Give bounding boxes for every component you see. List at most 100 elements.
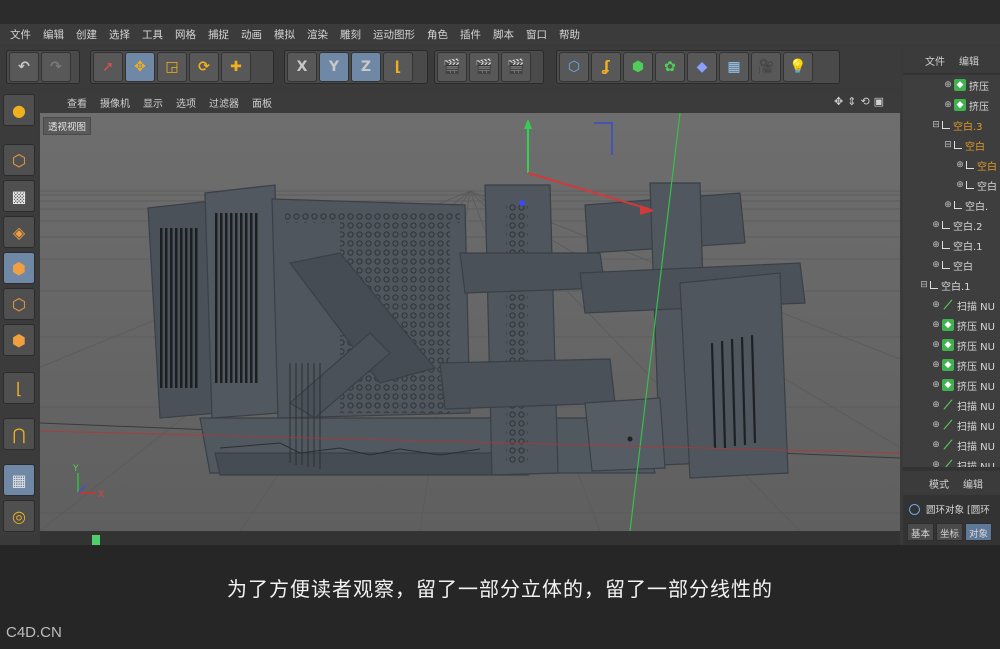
menu-item[interactable]: 脚本 bbox=[487, 27, 520, 42]
lock-workplane-icon[interactable]: ▦ bbox=[3, 464, 35, 496]
menu-item[interactable]: 编辑 bbox=[37, 27, 70, 42]
edges-mode-icon[interactable]: ⬡ bbox=[3, 288, 35, 320]
tree-row[interactable]: ⊕ ◆ 挤压 NU bbox=[903, 315, 1000, 335]
tree-row[interactable]: ⊕ 空白 bbox=[903, 175, 1000, 195]
tree-row[interactable]: ⊕ 空白. bbox=[903, 195, 1000, 215]
move-icon[interactable]: ✥ bbox=[125, 52, 155, 82]
menu-item[interactable]: 雕刻 bbox=[334, 27, 367, 42]
tree-expander-icon[interactable]: ⊕ bbox=[943, 200, 953, 210]
tree-row[interactable]: ⊕ 空白 bbox=[903, 255, 1000, 275]
tree-row[interactable]: ⊟ 空白.3 bbox=[903, 115, 1000, 135]
tree-row[interactable]: ⊕ ◆ 挤压 NU bbox=[903, 355, 1000, 375]
menu-item[interactable]: 创建 bbox=[70, 27, 103, 42]
points-mode-icon[interactable]: ⬢ bbox=[3, 252, 35, 284]
render-view-icon[interactable]: 🎬 bbox=[437, 52, 467, 82]
add-icon[interactable]: ✚ bbox=[221, 52, 251, 82]
light-icon[interactable]: 💡 bbox=[783, 52, 813, 82]
tree-expander-icon[interactable]: ⊕ bbox=[931, 380, 941, 390]
tree-expander-icon[interactable]: ⊟ bbox=[931, 120, 941, 130]
attributes-object-row[interactable]: 圆环对象 [圆环 bbox=[903, 499, 1000, 519]
tree-expander-icon[interactable]: ⊕ bbox=[931, 340, 941, 350]
tree-expander-icon[interactable]: ⊕ bbox=[955, 180, 965, 190]
spline-icon[interactable]: ʆ bbox=[591, 52, 621, 82]
menu-item[interactable]: 捕捉 bbox=[202, 27, 235, 42]
menu-item[interactable]: 帮助 bbox=[553, 27, 586, 42]
planar-workplane-icon[interactable]: ◎ bbox=[3, 500, 35, 532]
deformer-icon[interactable]: ◆ bbox=[687, 52, 717, 82]
timeline-strip[interactable] bbox=[40, 531, 900, 545]
viewport-menu-item[interactable]: 面板 bbox=[247, 95, 280, 110]
tree-expander-icon[interactable]: ⊕ bbox=[955, 160, 965, 170]
attributes-subtab[interactable]: 基本 bbox=[907, 523, 935, 541]
viewport-menu-item[interactable]: 过滤器 bbox=[204, 95, 247, 110]
timeline-playhead[interactable] bbox=[92, 535, 100, 545]
snap-icon[interactable]: ⋂ bbox=[3, 418, 35, 450]
tree-expander-icon[interactable]: ⊕ bbox=[931, 260, 941, 270]
tree-row[interactable]: ⊕ ⟋ 扫描 NU bbox=[903, 455, 1000, 468]
tree-row[interactable]: ⊕ ◆ 挤压 bbox=[903, 75, 1000, 95]
camera-icon[interactable]: 🎥 bbox=[751, 52, 781, 82]
tree-row[interactable]: ⊕ 空白.1 bbox=[903, 235, 1000, 255]
x-axis-button[interactable]: X bbox=[287, 52, 317, 82]
make-editable-icon[interactable]: ● bbox=[3, 94, 35, 126]
tree-row[interactable]: ⊕ ⟋ 扫描 NU bbox=[903, 435, 1000, 455]
viewport-menu-item[interactable]: 选项 bbox=[171, 95, 204, 110]
coordinate-system-icon[interactable]: ⌊ bbox=[383, 52, 413, 82]
tree-row[interactable]: ⊕ ◆ 挤压 NU bbox=[903, 375, 1000, 395]
tree-expander-icon[interactable]: ⊕ bbox=[931, 400, 941, 410]
tree-expander-icon[interactable]: ⊕ bbox=[931, 300, 941, 310]
menu-item[interactable]: 动画 bbox=[235, 27, 268, 42]
tree-row[interactable]: ⊕ 空白.2 bbox=[903, 215, 1000, 235]
menu-item[interactable]: 运动图形 bbox=[367, 27, 421, 42]
viewport-menu-item[interactable]: 摄像机 bbox=[95, 95, 138, 110]
polygons-mode-icon[interactable]: ⬢ bbox=[3, 324, 35, 356]
tree-row[interactable]: ⊕ 空白 bbox=[903, 155, 1000, 175]
menu-item[interactable]: 文件 bbox=[4, 27, 37, 42]
menu-item[interactable]: 模拟 bbox=[268, 27, 301, 42]
subdivision-icon[interactable]: ⬢ bbox=[623, 52, 653, 82]
workplane-icon[interactable]: ◈ bbox=[3, 216, 35, 248]
object-manager-tab[interactable]: 文件 bbox=[925, 53, 945, 68]
tree-expander-icon[interactable]: ⊕ bbox=[943, 80, 953, 90]
tree-row[interactable]: ⊕ ◆ 挤压 NU bbox=[903, 335, 1000, 355]
render-picture-icon[interactable]: 🎬 bbox=[469, 52, 499, 82]
tree-row[interactable]: ⊕ ⟋ 扫描 NU bbox=[903, 395, 1000, 415]
tree-expander-icon[interactable]: ⊕ bbox=[931, 240, 941, 250]
attributes-tab[interactable]: 编辑 bbox=[963, 476, 983, 491]
rotate-icon[interactable]: ⟳ bbox=[189, 52, 219, 82]
axis-mode-icon[interactable]: ⌊ bbox=[3, 372, 35, 404]
menu-item[interactable]: 渲染 bbox=[301, 27, 334, 42]
tree-row[interactable]: ⊕ ⟋ 扫描 NU bbox=[903, 295, 1000, 315]
tree-row[interactable]: ⊟ 空白 bbox=[903, 135, 1000, 155]
viewport-menu-item[interactable]: 显示 bbox=[138, 95, 171, 110]
render-settings-icon[interactable]: 🎬 bbox=[501, 52, 531, 82]
attributes-subtab[interactable]: 对象 bbox=[965, 523, 993, 541]
tree-expander-icon[interactable]: ⊕ bbox=[931, 220, 941, 230]
texture-mode-icon[interactable]: ▩ bbox=[3, 180, 35, 212]
tree-row[interactable]: ⊕ ◆ 挤压 bbox=[903, 95, 1000, 115]
z-axis-button[interactable]: Z bbox=[351, 52, 381, 82]
tree-expander-icon[interactable]: ⊟ bbox=[943, 140, 953, 150]
menu-item[interactable]: 选择 bbox=[103, 27, 136, 42]
attributes-subtab[interactable]: 坐标 bbox=[936, 523, 964, 541]
tree-expander-icon[interactable]: ⊕ bbox=[931, 420, 941, 430]
tree-expander-icon[interactable]: ⊕ bbox=[931, 360, 941, 370]
scale-icon[interactable]: ◲ bbox=[157, 52, 187, 82]
zoom-icon[interactable]: ⇕ bbox=[847, 95, 856, 108]
menu-item[interactable]: 插件 bbox=[454, 27, 487, 42]
menu-item[interactable]: 工具 bbox=[136, 27, 169, 42]
orbit-icon[interactable]: ⟲ bbox=[860, 95, 869, 108]
redo-icon[interactable]: ↷ bbox=[41, 52, 71, 82]
menu-item[interactable]: 网格 bbox=[169, 27, 202, 42]
tree-expander-icon[interactable]: ⊕ bbox=[931, 320, 941, 330]
attributes-tab[interactable]: 模式 bbox=[929, 476, 949, 491]
tree-expander-icon[interactable]: ⊕ bbox=[931, 460, 941, 467]
cloner-icon[interactable]: ✿ bbox=[655, 52, 685, 82]
tree-row[interactable]: ⊕ ⟋ 扫描 NU bbox=[903, 415, 1000, 435]
tree-expander-icon[interactable]: ⊕ bbox=[931, 440, 941, 450]
viewport-menu-item[interactable]: 查看 bbox=[62, 95, 95, 110]
tree-expander-icon[interactable]: ⊟ bbox=[919, 280, 929, 290]
object-manager-tab[interactable]: 编辑 bbox=[959, 53, 979, 68]
menu-item[interactable]: 窗口 bbox=[520, 27, 553, 42]
y-axis-button[interactable]: Y bbox=[319, 52, 349, 82]
